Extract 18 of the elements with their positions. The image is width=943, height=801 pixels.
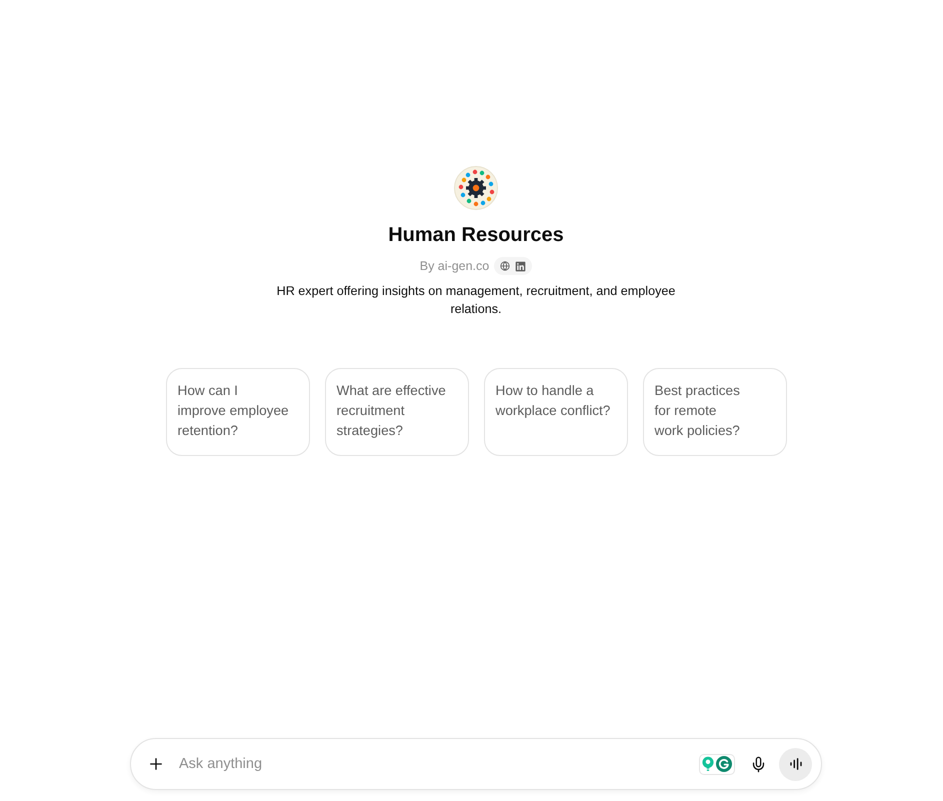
lightbulb-icon: [702, 756, 714, 772]
linkedin-icon[interactable]: [515, 260, 526, 272]
gear-logo-icon: [454, 166, 498, 210]
gpt-description: HR expert offering insights on management, recruitment, and employee relations.: [276, 283, 676, 318]
message-input[interactable]: Ask anything: [179, 752, 699, 776]
gpt-title: Human Resources: [388, 223, 564, 248]
globe-icon[interactable]: [500, 261, 510, 271]
suggestion-card[interactable]: Best practices for remote work policies?: [642, 368, 786, 456]
suggestion-card[interactable]: What are effective recruitment strategies?: [324, 368, 468, 456]
extension-widget[interactable]: [699, 754, 735, 774]
suggestion-card[interactable]: How can I improve employee retention?: [166, 368, 310, 456]
waveform-icon: [790, 758, 802, 770]
plus-icon: [147, 755, 165, 773]
g-logo-icon: [716, 756, 732, 772]
suggestion-card[interactable]: How to handle a workplace conflict?: [484, 368, 628, 456]
voice-mode-button[interactable]: [779, 748, 812, 780]
composer-bar[interactable]: Ask anything: [130, 738, 822, 790]
author-text: By ai-gen.co: [420, 258, 490, 275]
